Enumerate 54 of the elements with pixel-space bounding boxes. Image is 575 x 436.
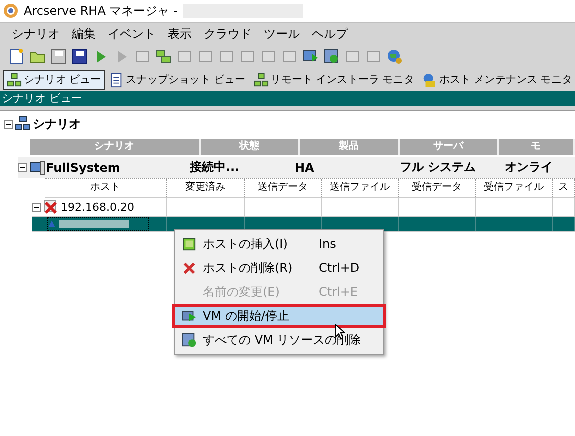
table-cell-text: FullSystem xyxy=(46,160,122,174)
network-icon xyxy=(7,72,22,88)
new-file-icon[interactable] xyxy=(8,48,26,66)
network-icon xyxy=(15,116,31,132)
table-cell-text: フル システム xyxy=(400,159,478,176)
panel-title: シナリオ ビュー xyxy=(0,91,575,110)
host-icon[interactable] xyxy=(155,48,173,66)
save-all-icon[interactable] xyxy=(71,48,89,66)
delete-icon xyxy=(182,260,196,276)
menu-item[interactable]: 表示 xyxy=(164,26,196,42)
host-name: 192.168.0.20 xyxy=(61,200,134,214)
view-tab[interactable]: ホスト メンテナンス モニタ xyxy=(418,70,575,90)
view-tab[interactable]: スナップショット ビュー xyxy=(105,70,250,90)
table-cell-text: HA xyxy=(295,160,316,174)
menu-item[interactable]: ホストの削除(R) Ctrl+D xyxy=(172,256,386,280)
column-header[interactable]: 送信データ xyxy=(245,179,322,197)
view-tab[interactable]: リモート インストーラ モニタ xyxy=(250,70,418,90)
globe-host-icon xyxy=(422,72,438,88)
document-icon xyxy=(109,72,124,88)
tree-root-label[interactable]: シナリオ xyxy=(33,116,81,132)
table-cell-text: 接続中... xyxy=(190,159,241,176)
table-row[interactable] xyxy=(32,217,575,232)
view-tab[interactable]: シナリオ ビュー xyxy=(3,70,106,90)
server-sync-icon xyxy=(182,332,196,348)
column-header[interactable]: 送信ファイル xyxy=(322,179,399,197)
redacted-text xyxy=(59,220,129,228)
menu-item[interactable]: 編集 xyxy=(68,26,100,42)
column-header[interactable]: ス xyxy=(553,179,575,197)
collapse-icon[interactable] xyxy=(4,120,13,128)
host-error-icon xyxy=(43,199,59,215)
column-header[interactable]: 変更済み xyxy=(167,179,245,197)
sync-icon[interactable] xyxy=(323,48,341,66)
column-header[interactable]: 受信ファイル xyxy=(476,179,553,197)
monitor-play-icon xyxy=(182,308,196,324)
menu-item[interactable]: シナリオ xyxy=(8,26,64,42)
menu-item[interactable]: イベント xyxy=(104,26,160,42)
network-icon xyxy=(254,72,269,88)
menu-item[interactable]: VM の開始/停止 xyxy=(172,304,386,328)
menu-item[interactable]: ヘルプ xyxy=(308,26,352,42)
collapse-icon[interactable] xyxy=(18,163,27,172)
vm-icon xyxy=(48,220,56,228)
monitor-icon xyxy=(182,236,196,252)
collapse-icon[interactable] xyxy=(32,202,41,212)
menu-item[interactable]: ホストの挿入(I) Ins xyxy=(172,232,386,256)
computer-icon xyxy=(30,160,46,176)
globe-icon[interactable] xyxy=(386,48,404,66)
menu-item[interactable]: ツール xyxy=(260,26,304,42)
window-title: Arcserve RHA マネージャ - xyxy=(24,2,178,20)
column-header[interactable]: ホスト xyxy=(45,179,167,197)
table-cell-text: オンライ xyxy=(505,159,554,176)
column-header[interactable]: 受信データ xyxy=(399,179,476,197)
menu-item[interactable]: クラウド xyxy=(200,26,256,42)
save-icon[interactable] xyxy=(50,48,68,66)
app-logo-icon xyxy=(3,3,19,19)
